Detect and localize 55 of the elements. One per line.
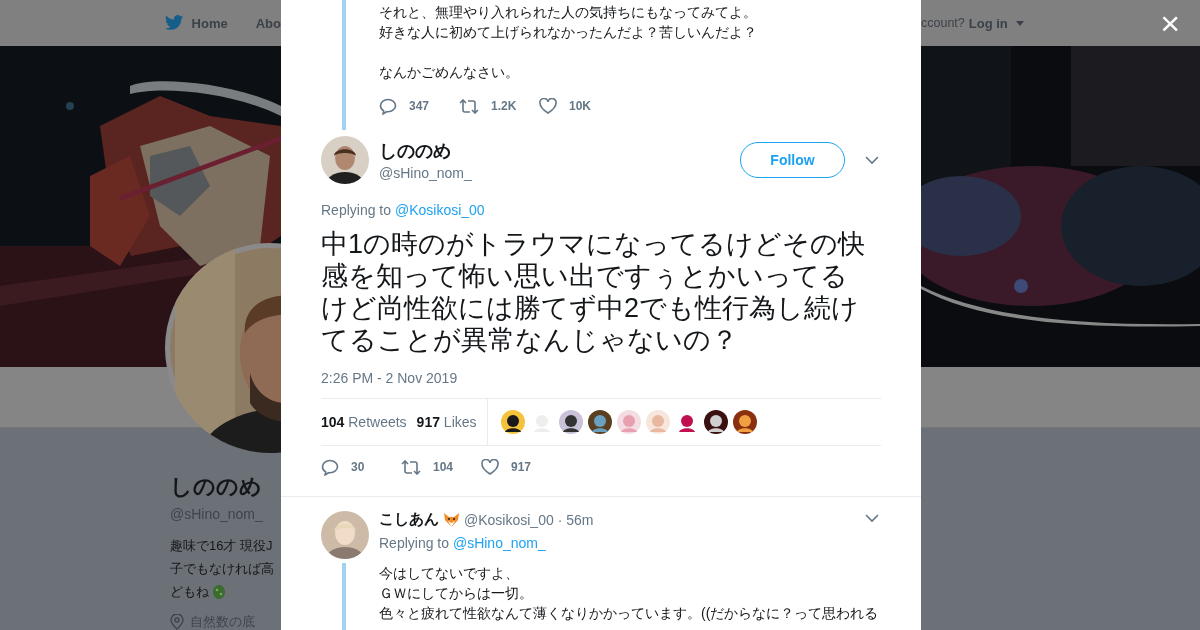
like-button[interactable]: 10K: [539, 98, 619, 114]
tweet-time: · 56m: [557, 511, 594, 528]
chevron-icon[interactable]: [865, 153, 879, 167]
chevron-icon[interactable]: [865, 511, 879, 525]
user-avatar: [321, 136, 369, 184]
tweet-text-line: ＧＷにしてからは一切。: [379, 584, 534, 603]
tweet-timestamp: 2:26 PM - 2 Nov 2019: [321, 370, 459, 386]
retweet-count[interactable]: 104 Retweets: [321, 414, 407, 430]
close-button[interactable]: ×: [1160, 6, 1180, 40]
tweet-text-line: 色々と疲れて性欲なんて薄くなりかかっています。((だからなに？って思われる: [379, 604, 879, 623]
retweet-button[interactable]: 1.2K: [459, 98, 539, 114]
profile-name: しののめ: [170, 473, 263, 501]
reply-button[interactable]: 347: [379, 97, 459, 115]
follow-button[interactable]: Follow: [740, 142, 845, 178]
tweet-text-line: 好きな人に初めて上げられなかったんだよ？苦しいんだよ？: [379, 23, 757, 42]
user-handle: @sHino_nom_: [379, 165, 473, 181]
user-handle: @Kosikosi_00: [464, 511, 554, 528]
bird-icon: [164, 15, 184, 31]
liker-avatar[interactable]: [587, 410, 612, 434]
liker-avatar[interactable]: [732, 410, 757, 434]
tweet-text-line: なんかごめんなさい。: [379, 63, 520, 82]
home-link[interactable]: Home: [164, 15, 228, 31]
replying-to-text: Replying to @sHino_nom_: [379, 535, 547, 551]
account-prompt: ccount?: [921, 16, 965, 30]
user-name: しののめ: [379, 140, 452, 163]
bio-text: どもね: [170, 583, 209, 601]
tweet-text-line: それと、無理やり入れられた人の気持ちにもなってみてよ。: [379, 3, 757, 22]
retweet-icon: [401, 459, 421, 475]
replying-to-text: Replying to @Kosikosi_00: [321, 202, 486, 218]
like-count[interactable]: 917 Likes: [416, 414, 477, 430]
mention-link[interactable]: @sHino_nom_: [452, 535, 546, 551]
liker-avatar[interactable]: [558, 410, 583, 434]
tweet-text: 中1の時のがトラウマになってるけどその快感を知って怖い思い出ですぅとかいってるけど尚性欲には勝てず中2でも性行為し続けてることが異常なんじゃないの？: [321, 228, 867, 356]
like-button[interactable]: 917: [481, 459, 561, 475]
user-avatar: [321, 511, 369, 559]
bio-text: 趣味で16才 現役J: [170, 537, 273, 555]
user-name: こしあん: [379, 510, 439, 529]
heart-icon: [481, 459, 499, 475]
bio-text: 子でもなければ高: [170, 560, 274, 578]
reply-icon: [321, 458, 339, 476]
liker-avatar[interactable]: [703, 410, 728, 434]
reply-icon: [379, 97, 397, 115]
about-link[interactable]: Abo: [255, 15, 281, 31]
tweet-text-line: 今はしてないですよ、: [379, 564, 520, 583]
microbe-icon: [211, 583, 227, 600]
fox-icon: [443, 511, 460, 528]
liker-avatar[interactable]: [500, 410, 525, 434]
login-link[interactable]: Log in: [968, 15, 1024, 31]
reply-button[interactable]: 30: [321, 458, 401, 476]
location-pin-icon: [170, 614, 184, 630]
mention-link[interactable]: @Kosikosi_00: [394, 202, 485, 218]
retweet-icon: [459, 98, 479, 114]
retweet-button[interactable]: 104: [401, 459, 481, 475]
heart-icon: [539, 98, 557, 114]
caret-icon: [1015, 20, 1024, 26]
